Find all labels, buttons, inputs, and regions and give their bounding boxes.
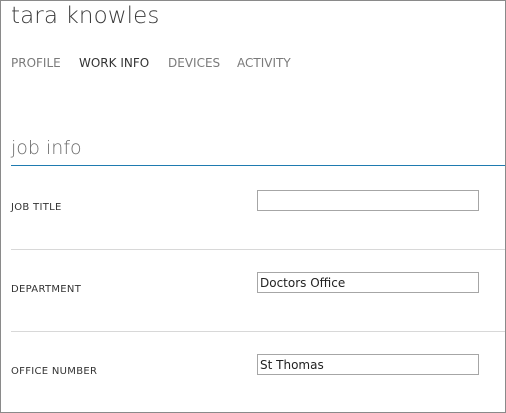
department-field[interactable] (257, 272, 479, 293)
section-underline (11, 165, 505, 166)
office-number-label: OFFICE NUMBER (11, 366, 98, 377)
tab-profile[interactable]: PROFILE (11, 56, 61, 70)
row-divider (11, 249, 505, 250)
section-title: job info (11, 137, 82, 159)
tab-devices[interactable]: DEVICES (168, 56, 220, 70)
row-divider (11, 331, 505, 332)
job-title-label: JOB TITLE (11, 202, 62, 213)
tab-activity[interactable]: ACTIVITY (237, 56, 291, 70)
tab-work-info[interactable]: WORK INFO (79, 56, 149, 70)
department-label: DEPARTMENT (11, 284, 82, 295)
office-number-field[interactable] (257, 354, 479, 375)
user-display-name: tara knowles (11, 3, 160, 29)
job-title-field[interactable] (257, 190, 479, 211)
user-detail-panel: tara knowles PROFILE WORK INFO DEVICES A… (0, 0, 506, 413)
